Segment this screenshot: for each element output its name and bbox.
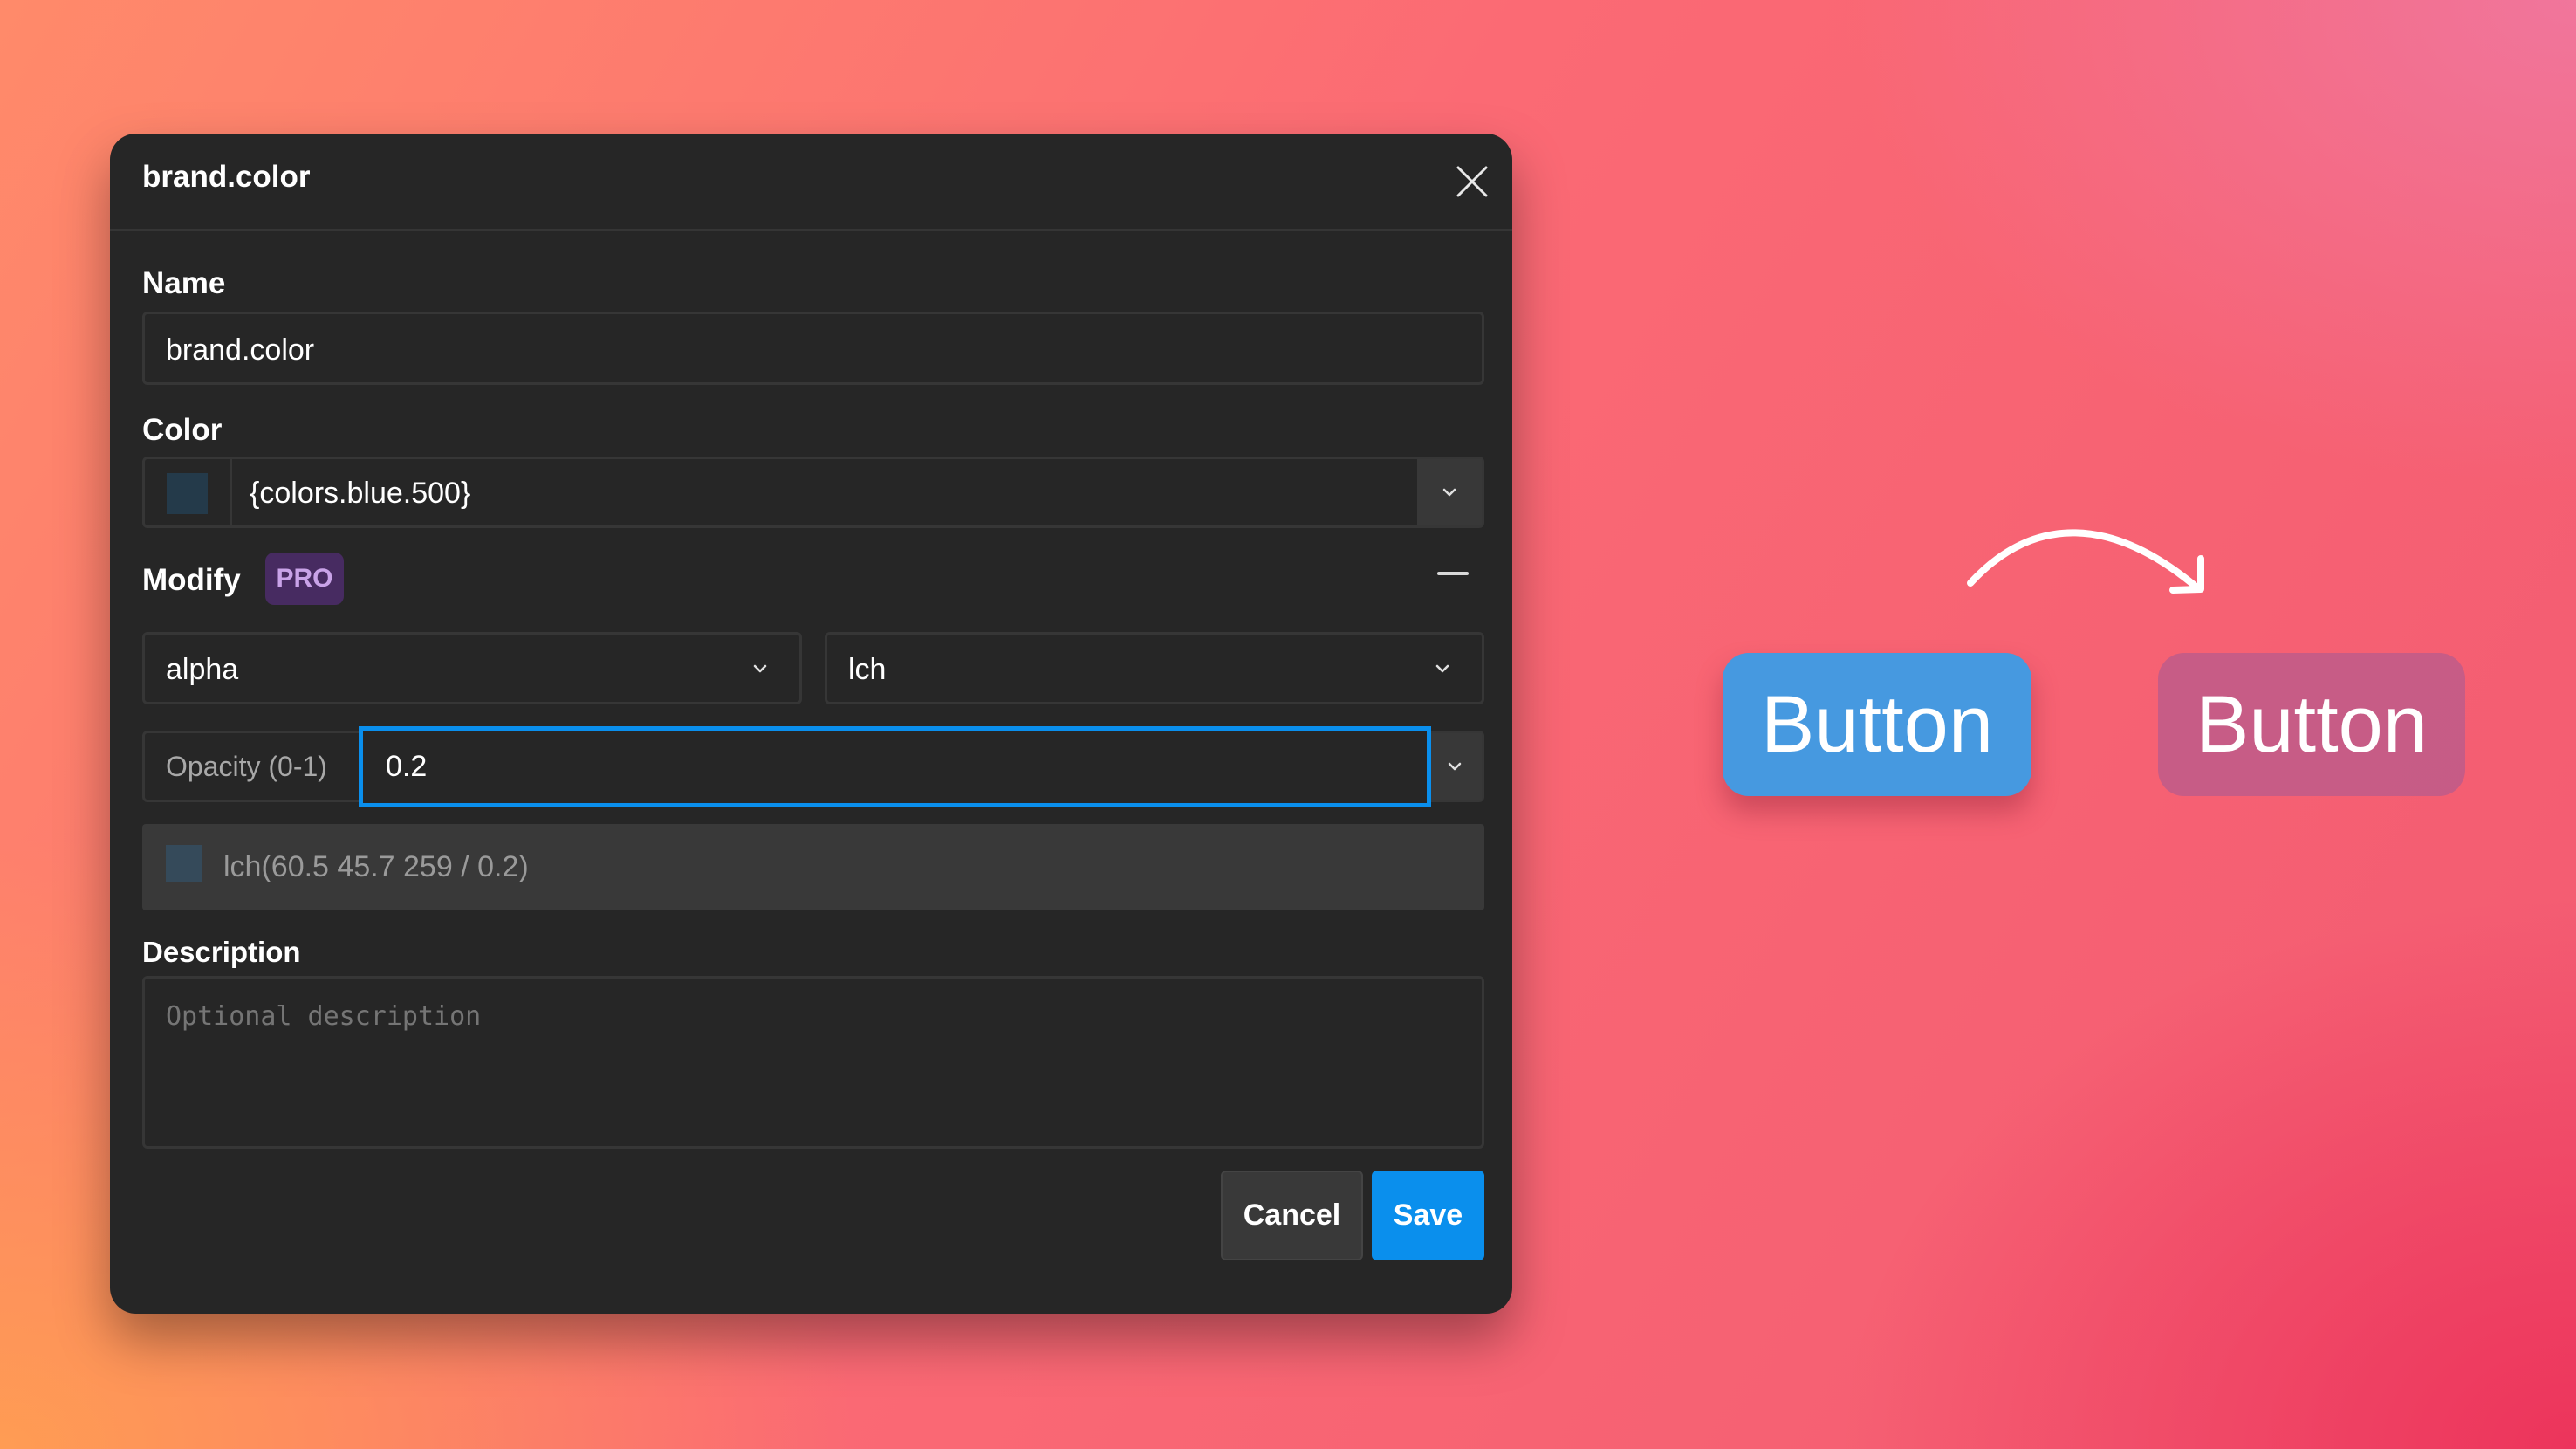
pro-badge: PRO (265, 553, 344, 605)
demo-button-before: Button (1723, 653, 2031, 796)
preview-value: lch(60.5 45.7 259 / 0.2) (223, 850, 529, 883)
color-label: Color (142, 413, 223, 447)
cancel-button[interactable]: Cancel (1221, 1171, 1363, 1260)
dialog-header: brand.color (110, 134, 1512, 231)
opacity-input[interactable]: 0.2 (359, 726, 1431, 807)
color-input[interactable]: {colors.blue.500} (142, 457, 1484, 528)
chevron-down-icon (1436, 479, 1463, 505)
description-label: Description (142, 936, 301, 968)
chevron-down-icon (747, 656, 773, 682)
color-space-value: lch (848, 653, 887, 686)
modifier-type-value: alpha (166, 653, 239, 686)
chevron-down-icon (1442, 753, 1468, 779)
color-dropdown-button[interactable] (1417, 459, 1482, 525)
save-button[interactable]: Save (1372, 1171, 1484, 1260)
demo-button-after: Button (2158, 653, 2465, 796)
dialog-title: brand.color (142, 160, 311, 194)
modifier-type-select[interactable]: alpha (142, 632, 802, 704)
modify-label: Modify (142, 563, 241, 597)
description-textarea[interactable] (142, 976, 1484, 1149)
token-edit-dialog: brand.color Name brand.color Color {colo… (110, 134, 1512, 1314)
preview-swatch (166, 845, 202, 882)
curved-arrow-icon (1967, 529, 2204, 594)
name-input[interactable]: brand.color (142, 312, 1484, 385)
color-input-value: {colors.blue.500} (250, 477, 471, 510)
color-space-select[interactable]: lch (825, 632, 1484, 704)
opacity-dropdown-button[interactable] (1428, 733, 1482, 800)
close-icon (1456, 166, 1488, 197)
opacity-label: Opacity (0-1) (166, 751, 327, 782)
name-input-value: brand.color (166, 333, 315, 367)
opacity-input-value: 0.2 (386, 750, 428, 783)
name-label: Name (142, 266, 226, 300)
color-swatch-cell[interactable] (145, 459, 232, 525)
close-button[interactable] (1450, 160, 1494, 203)
color-swatch (167, 473, 208, 514)
chevron-down-icon (1429, 656, 1456, 682)
modified-color-preview: lch(60.5 45.7 259 / 0.2) (142, 824, 1484, 910)
minus-icon[interactable] (1437, 572, 1469, 575)
